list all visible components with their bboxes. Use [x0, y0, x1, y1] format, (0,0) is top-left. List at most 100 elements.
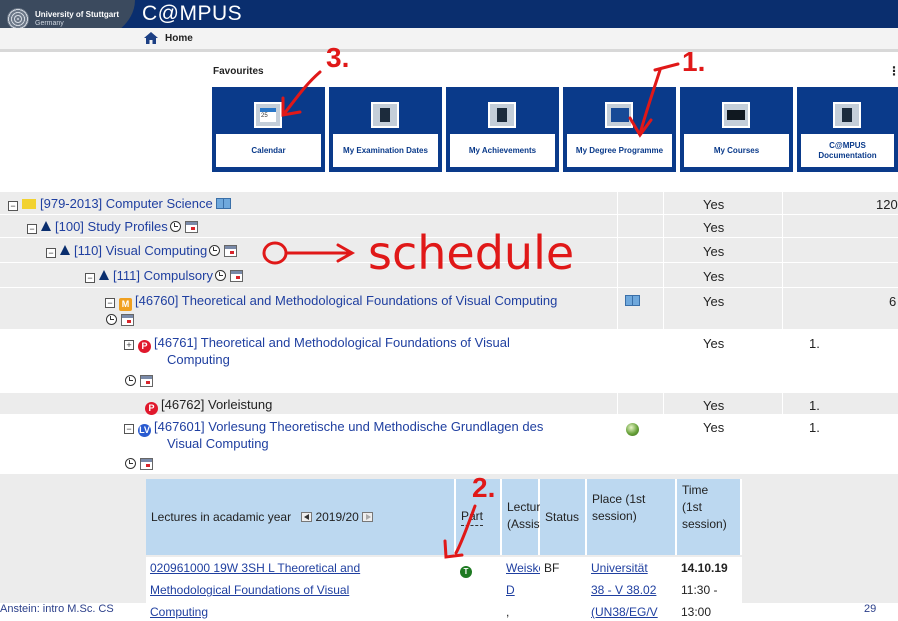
- course-link[interactable]: Computing: [150, 605, 208, 619]
- lecture-time-end: 13:00: [681, 605, 712, 619]
- tile-calendar[interactable]: 25 Calendar: [212, 87, 325, 172]
- node-title: Visual Computing: [105, 243, 208, 258]
- lecturer-header-line2: (Assistant): [507, 517, 564, 531]
- tile-my-courses[interactable]: My Courses: [680, 87, 793, 172]
- university-emblem-icon: [7, 8, 29, 30]
- app-title: C@MPUS: [142, 2, 243, 25]
- year-label: Lectures in acadamic year: [151, 509, 292, 524]
- yes-cell: Yes: [703, 398, 725, 413]
- globe-icon[interactable]: [626, 423, 639, 436]
- node-id: [111]: [113, 268, 140, 283]
- yes-cell: Yes: [703, 197, 725, 212]
- tile-label: My Achievements: [450, 134, 555, 167]
- course-link[interactable]: Methodological Foundations of Visual: [150, 583, 349, 597]
- collapse-icon[interactable]: −: [85, 273, 95, 283]
- tree-link[interactable]: [46760] Theoretical and Methodological F…: [135, 293, 557, 308]
- credits-cell: 120: [876, 197, 898, 212]
- lecturer-header-line1: Lecturer: [507, 500, 552, 514]
- university-country: Germany: [35, 20, 64, 27]
- schedule-icon[interactable]: [140, 458, 153, 470]
- slide-page-number: 29: [864, 603, 877, 615]
- clock-icon[interactable]: [125, 458, 136, 469]
- home-icon[interactable]: [144, 32, 158, 44]
- yes-cell: Yes: [703, 244, 725, 259]
- tree-node-46761-line2: Computing: [167, 351, 230, 368]
- place-link[interactable]: Universität: [591, 561, 648, 575]
- tree-link[interactable]: [46761] Theoretical and Methodological F…: [154, 335, 510, 350]
- collapse-icon[interactable]: −: [124, 424, 134, 434]
- clock-icon[interactable]: [214, 270, 226, 281]
- lecturer-separator: ,: [506, 605, 510, 619]
- book-icon[interactable]: [625, 295, 640, 306]
- graduation-cap-icon: [605, 102, 633, 128]
- home-link[interactable]: Home: [165, 33, 193, 44]
- node-title: Study Profiles: [87, 219, 168, 234]
- document-icon: [833, 102, 861, 128]
- place-link[interactable]: (UN38/EG/V: [591, 605, 658, 619]
- expand-icon[interactable]: +: [124, 340, 134, 350]
- collapse-icon[interactable]: −: [105, 298, 115, 308]
- folder-icon: [22, 199, 36, 209]
- tree-link[interactable]: [111] Compulsory: [113, 268, 213, 283]
- node-id: [46762]: [161, 397, 205, 412]
- next-year-icon[interactable]: [362, 512, 374, 522]
- node-id: [100]: [55, 219, 84, 234]
- favourites-title: Favourites: [213, 66, 264, 77]
- tree-link[interactable]: [110] Visual Computing: [74, 243, 207, 258]
- tree-node-computer-science: − [979-2013] Computer Science: [8, 195, 231, 212]
- tile-label: My Examination Dates: [333, 134, 438, 167]
- tree-node-study-profiles: − [100] Study Profiles: [27, 218, 198, 235]
- tree-link[interactable]: [979-2013] Computer Science: [40, 196, 213, 211]
- collapse-icon[interactable]: −: [46, 248, 56, 258]
- annotation-one: 1.: [682, 46, 706, 77]
- clock-icon[interactable]: [169, 221, 181, 232]
- yes-cell: Yes: [703, 336, 725, 351]
- node-id: [979-2013]: [40, 196, 103, 211]
- tree-link[interactable]: Visual Computing: [167, 436, 269, 451]
- course-link[interactable]: 020961000 19W 3SH L Theoretical and: [150, 561, 360, 575]
- book-icon[interactable]: [215, 198, 231, 209]
- lecture-course-cell: 020961000 19W 3SH L Theoretical and Meth…: [146, 557, 456, 619]
- lecture-time-cell: 14.10.19 11:30 - 13:00: [677, 557, 742, 619]
- place-header: Place (1st session): [587, 479, 677, 555]
- node-id: [46761]: [154, 335, 198, 350]
- tile-label: Calendar: [216, 134, 321, 167]
- clock-icon[interactable]: [209, 245, 221, 256]
- lecture-date: 14.10.19: [681, 561, 728, 575]
- schedule-icon[interactable]: [224, 245, 238, 257]
- tile-campus-documentation[interactable]: C@MPUS Documentation: [797, 87, 898, 172]
- place-header-line2: session): [592, 509, 637, 523]
- annotation-schedule: schedule: [368, 226, 575, 280]
- triangle-icon: [99, 270, 109, 280]
- collapse-icon[interactable]: −: [27, 224, 37, 234]
- tree-link[interactable]: [100] Study Profiles: [55, 219, 168, 234]
- time-header-line2: (1st: [682, 500, 703, 514]
- node-title: Vorleistung: [208, 397, 273, 412]
- tile-my-degree-programme[interactable]: My Degree Programme: [563, 87, 676, 172]
- collapse-icon[interactable]: −: [8, 201, 18, 211]
- screen-icon: [722, 102, 750, 128]
- node-title: Computing: [167, 352, 230, 367]
- schedule-icon[interactable]: [184, 221, 198, 233]
- clock-icon[interactable]: [125, 375, 136, 386]
- schedule-icon[interactable]: [140, 375, 153, 387]
- column-separator: [663, 192, 664, 474]
- tile-my-achievements[interactable]: My Achievements: [446, 87, 559, 172]
- node-id: [467601]: [154, 419, 205, 434]
- schedule-icon[interactable]: [229, 270, 243, 282]
- tree-link[interactable]: [467601] Vorlesung Theoretische und Meth…: [154, 419, 543, 434]
- lecturer-link[interactable]: D: [506, 583, 515, 597]
- status-header-label: Status: [545, 509, 580, 524]
- time-header: Time (1st session): [677, 479, 742, 555]
- tree-node-46762: P [46762] Vorleistung: [145, 396, 272, 415]
- favourites-menu-icon[interactable]: ⋮: [888, 64, 898, 78]
- previous-year-icon[interactable]: [301, 512, 313, 522]
- tile-my-examination-dates[interactable]: My Examination Dates: [329, 87, 442, 172]
- place-link[interactable]: 38 - V 38.02: [591, 583, 656, 597]
- tree-node-46760-icons: [104, 311, 134, 328]
- tree-link[interactable]: Computing: [167, 352, 230, 367]
- tree-node-visual-computing: − [110] Visual Computing: [46, 242, 238, 259]
- part-header-label[interactable]: Part: [461, 508, 484, 526]
- schedule-icon[interactable]: [121, 314, 134, 326]
- clock-icon[interactable]: [106, 314, 117, 325]
